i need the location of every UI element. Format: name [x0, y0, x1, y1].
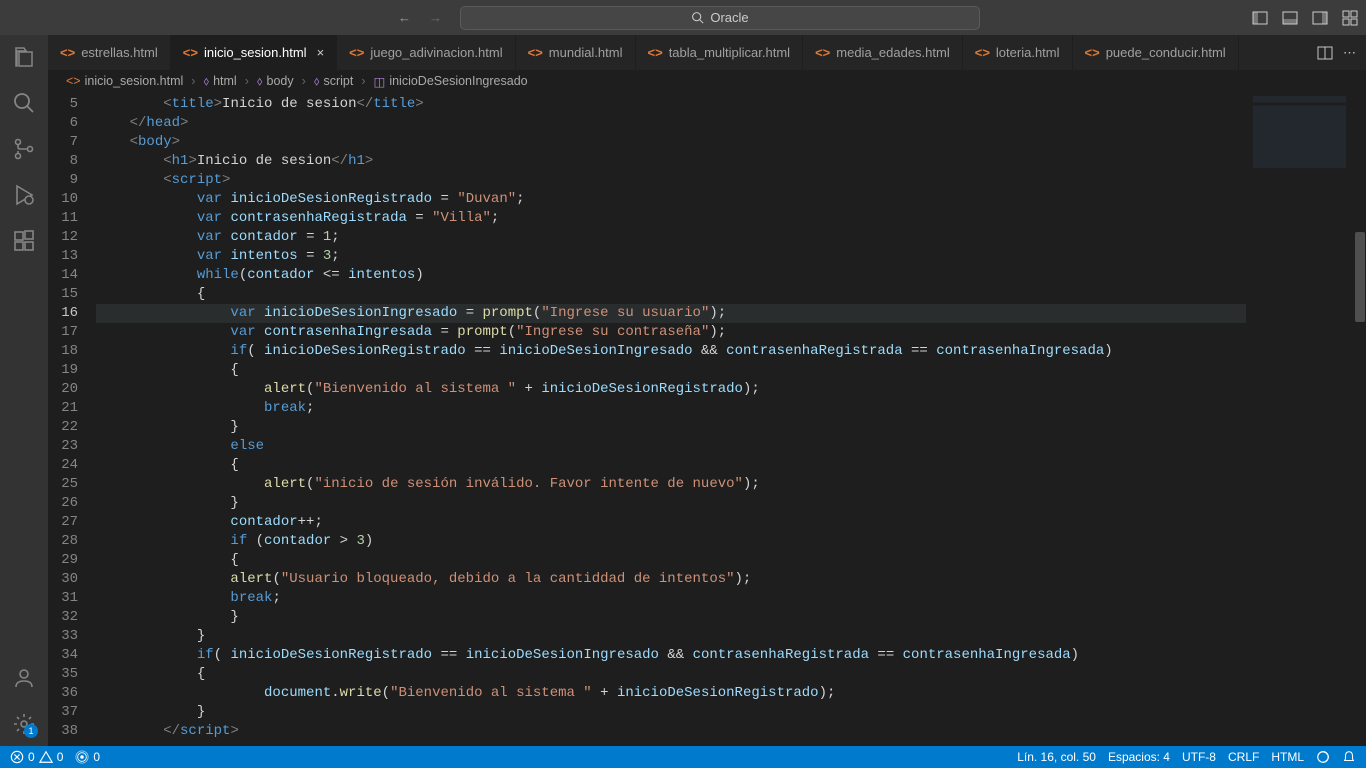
- editor-tabs: <>estrellas.html <>inicio_sesion.html× <…: [48, 35, 1366, 70]
- nav-forward-icon[interactable]: →: [429, 10, 442, 25]
- run-debug-icon[interactable]: [12, 183, 36, 207]
- more-actions-icon[interactable]: ⋯: [1343, 45, 1356, 61]
- vertical-scrollbar[interactable]: [1354, 92, 1366, 746]
- accounts-icon[interactable]: [12, 666, 36, 690]
- line-gutter: 5678910111213141516171819202122232425262…: [48, 92, 96, 746]
- breadcrumb[interactable]: <> inicio_sesion.html ›⬨ html ›⬨ body ›⬨…: [48, 70, 1366, 92]
- code-content[interactable]: <title>Inicio de sesion</title> </head> …: [96, 92, 1246, 746]
- tab-estrellas[interactable]: <>estrellas.html: [48, 35, 171, 70]
- tab-mundial[interactable]: <>mundial.html: [516, 35, 636, 70]
- tab-juego-adivinacion[interactable]: <>juego_adivinacion.html: [337, 35, 515, 70]
- explorer-icon[interactable]: [12, 45, 36, 69]
- search-activity-icon[interactable]: [12, 91, 36, 115]
- layout-panel-icon[interactable]: [1282, 10, 1298, 26]
- tab-inicio-sesion[interactable]: <>inicio_sesion.html×: [171, 35, 337, 70]
- search-icon: [691, 11, 704, 24]
- tab-puede-conducir[interactable]: <>puede_conducir.html: [1073, 35, 1239, 70]
- nav-back-icon[interactable]: ←: [398, 10, 411, 25]
- status-eol[interactable]: CRLF: [1228, 750, 1259, 764]
- status-port[interactable]: 0: [75, 750, 100, 764]
- status-language[interactable]: HTML: [1271, 750, 1304, 764]
- status-spaces[interactable]: Espacios: 4: [1108, 750, 1170, 764]
- code-editor[interactable]: 5678910111213141516171819202122232425262…: [48, 92, 1366, 746]
- title-bar: ← → Oracle: [0, 0, 1366, 35]
- status-bell-icon[interactable]: [1342, 750, 1356, 764]
- close-icon[interactable]: ×: [317, 45, 325, 60]
- settings-badge: 1: [24, 724, 38, 738]
- status-feedback-icon[interactable]: [1316, 750, 1330, 764]
- status-ln-col[interactable]: Lín. 16, col. 50: [1017, 750, 1096, 764]
- settings-gear-icon[interactable]: 1: [12, 712, 36, 736]
- run-split-icon[interactable]: [1317, 45, 1333, 61]
- layout-sidebar-left-icon[interactable]: [1252, 10, 1268, 26]
- search-text: Oracle: [710, 10, 748, 25]
- activity-bar: 1: [0, 35, 48, 746]
- layout-sidebar-right-icon[interactable]: [1312, 10, 1328, 26]
- minimap[interactable]: [1246, 92, 1366, 746]
- status-bar: 0 0 0 Lín. 16, col. 50 Espacios: 4 UTF-8…: [0, 746, 1366, 768]
- tab-tabla-multiplicar[interactable]: <>tabla_multiplicar.html: [636, 35, 804, 70]
- tab-media-edades[interactable]: <>media_edades.html: [803, 35, 963, 70]
- source-control-icon[interactable]: [12, 137, 36, 161]
- extensions-icon[interactable]: [12, 229, 36, 253]
- status-encoding[interactable]: UTF-8: [1182, 750, 1216, 764]
- command-center[interactable]: Oracle: [460, 6, 980, 30]
- tab-loteria[interactable]: <>loteria.html: [963, 35, 1073, 70]
- status-errors[interactable]: 0 0: [10, 750, 63, 764]
- layout-customize-icon[interactable]: [1342, 10, 1358, 26]
